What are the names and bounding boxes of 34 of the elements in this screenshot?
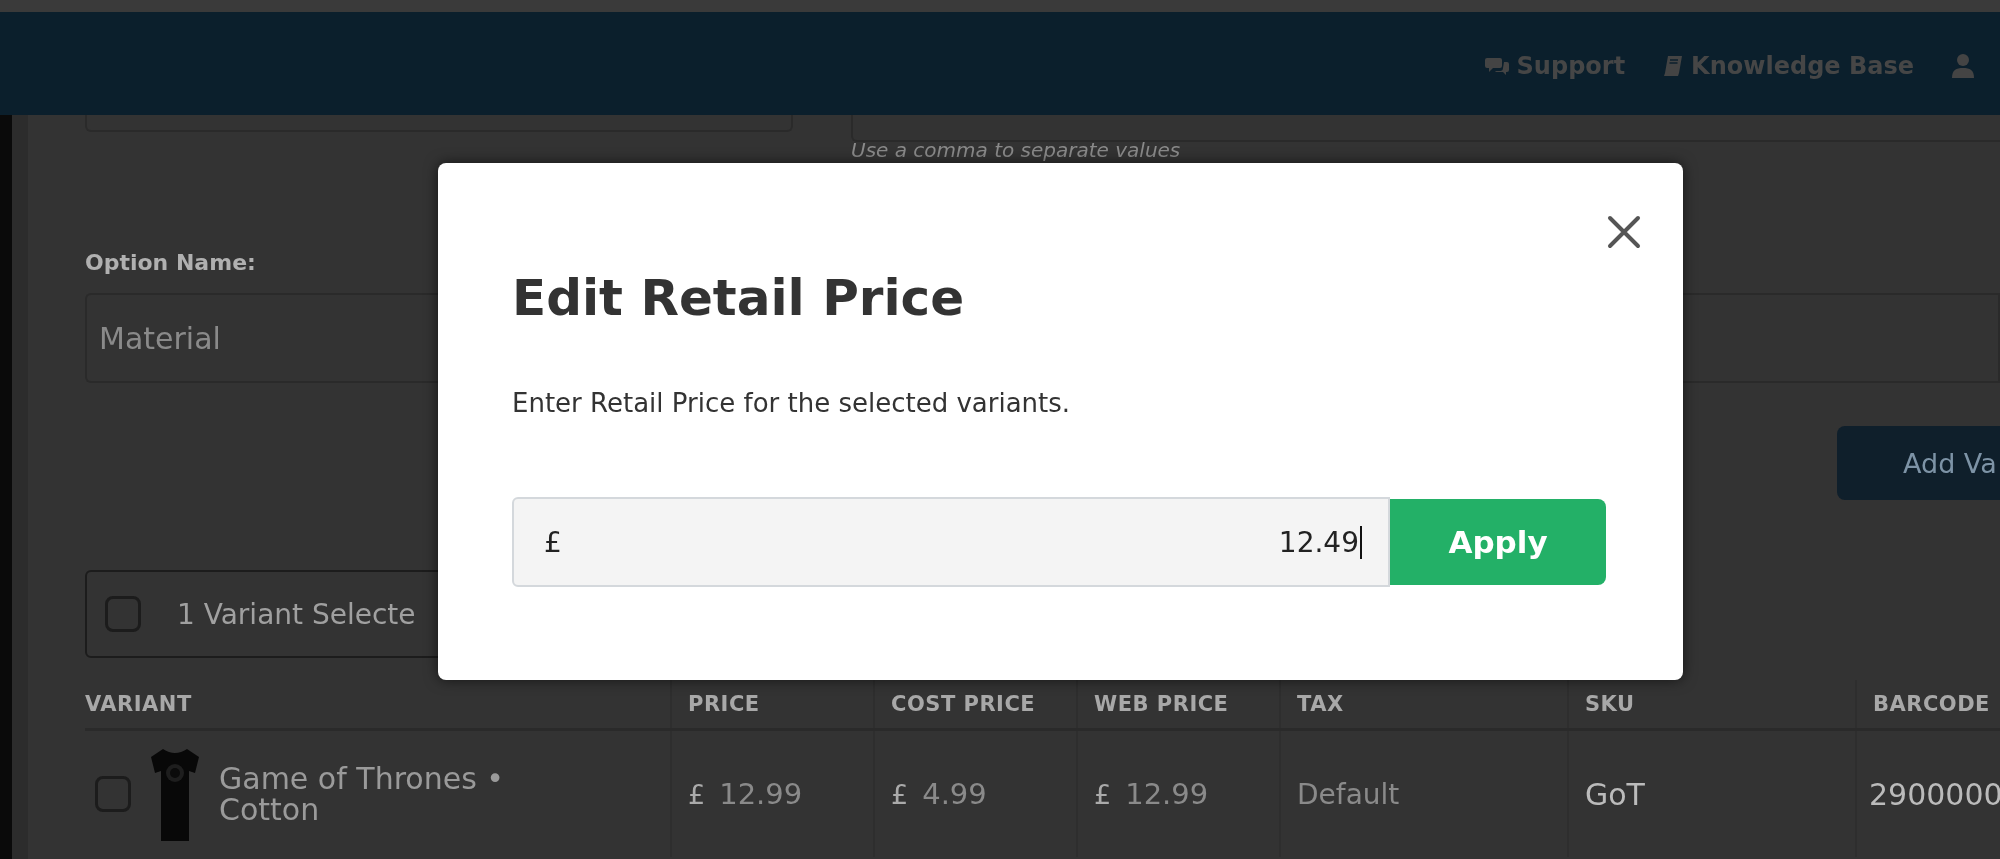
- column-header: VARIANT: [85, 692, 192, 716]
- tax-value: Default: [1297, 777, 1400, 811]
- currency-symbol: £: [891, 778, 909, 810]
- close-icon[interactable]: [1607, 215, 1641, 249]
- sku-value: GoT: [1585, 776, 1645, 812]
- modal-text: Enter Retail Price for the selected variants.: [512, 388, 1072, 418]
- currency-symbol: £: [688, 778, 706, 810]
- column-header: BARCODE: [1873, 692, 1990, 716]
- checkbox[interactable]: [95, 776, 131, 812]
- column-header: TAX: [1297, 692, 1344, 716]
- user-icon[interactable]: [1952, 53, 1974, 78]
- field-hint: Use a comma to separate values: [851, 139, 1181, 161]
- barcode-value: 2900000: [1869, 776, 2000, 812]
- price-value: 12.99: [1125, 777, 1209, 811]
- price-value: 12.99: [719, 777, 803, 811]
- header-link[interactable]: Knowledge Base: [1663, 51, 1914, 80]
- field-label: Option Name:: [85, 250, 256, 275]
- column-header: PRICE: [688, 692, 760, 716]
- header-link[interactable]: Support: [1484, 51, 1626, 80]
- apply-button[interactable]: Apply: [1390, 499, 1606, 585]
- chat-icon: [1484, 55, 1509, 76]
- checkbox[interactable]: [105, 596, 141, 632]
- column-header: COST PRICE: [891, 692, 1036, 716]
- modal-title: Edit Retail Price: [512, 268, 966, 328]
- price-value: 4.99: [922, 777, 987, 811]
- option-name-field[interactable]: Material: [85, 293, 438, 383]
- add-variant-button[interactable]: Add Va: [1837, 426, 2000, 500]
- variant-name: Game of Thrones • Cotton: [219, 762, 505, 826]
- column-header: WEB PRICE: [1094, 692, 1229, 716]
- price-field[interactable]: £ 12.49: [512, 497, 1390, 587]
- selection-count: 1 Variant Selecte: [177, 597, 416, 631]
- currency-symbol: £: [1094, 778, 1112, 810]
- book-icon: [1663, 54, 1684, 77]
- column-header: SKU: [1585, 692, 1635, 716]
